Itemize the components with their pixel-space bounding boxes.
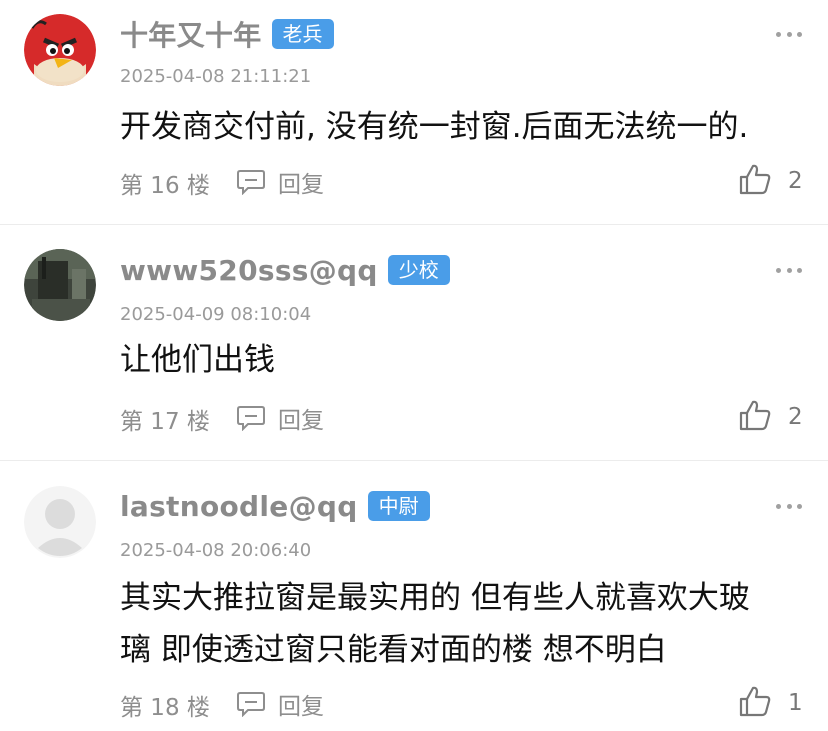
default-user-avatar[interactable] (24, 486, 96, 558)
reply-label: 回复 (278, 408, 324, 434)
username[interactable]: 十年又十年 (120, 14, 262, 54)
rank-badge: 少校 (387, 255, 450, 285)
comment-16: 十年又十年 老兵 2025-04-08 21:11:21 开发商交付前, 没有统… (0, 0, 828, 224)
floor-number: 第 16 楼 (120, 173, 210, 199)
comment-18: lastnoodle@qq 中尉 2025-04-08 20:06:40 其实大… (0, 460, 828, 731)
floor-number: 第 18 楼 (120, 695, 210, 721)
user-row: lastnoodle@qq 中尉 (120, 488, 430, 524)
comment-17: www520sss@qq 少校 2025-04-09 08:10:04 让他们出… (0, 224, 828, 460)
reply-label: 回复 (278, 172, 324, 198)
comment-text-line: 璃 即使透过窗只能看对面的楼 想不明白 (120, 632, 667, 668)
comment-text: 其实大推拉窗是最实用的 但有些人就喜欢大玻 璃 即使透过窗只能看对面的楼 想不明… (120, 572, 800, 676)
photo-avatar[interactable] (24, 249, 96, 321)
more-options-icon[interactable] (776, 27, 802, 41)
comment-text: 让他们出钱 (120, 334, 800, 386)
angry-bird-avatar[interactable] (24, 14, 96, 86)
rank-badge: 中尉 (367, 491, 430, 521)
thumbs-up-icon[interactable] (738, 684, 772, 718)
reply-label: 回复 (278, 694, 324, 720)
floor-number: 第 17 楼 (120, 409, 210, 435)
comment-icon (237, 170, 265, 195)
more-options-icon[interactable] (776, 263, 802, 277)
thumbs-up-icon[interactable] (738, 162, 772, 196)
comment-text: 开发商交付前, 没有统一封窗.后面无法统一的. (120, 101, 800, 153)
comment-icon (237, 406, 265, 431)
like-count: 2 (788, 168, 803, 194)
reply-button[interactable]: 回复 (236, 688, 324, 720)
reply-button[interactable]: 回复 (236, 402, 324, 434)
reply-button[interactable]: 回复 (236, 166, 324, 198)
comment-icon (237, 692, 265, 717)
comment-text-line: 其实大推拉窗是最实用的 但有些人就喜欢大玻 (120, 580, 750, 616)
user-row: 十年又十年 老兵 (120, 16, 334, 52)
comment-text-line: 开发商交付前, 没有统一封窗.后面无法统一的. (120, 109, 749, 145)
thumbs-up-icon[interactable] (738, 398, 772, 432)
timestamp: 2025-04-08 20:06:40 (120, 540, 312, 561)
like-count: 2 (788, 404, 803, 430)
timestamp: 2025-04-09 08:10:04 (120, 304, 312, 325)
user-row: www520sss@qq 少校 (120, 252, 450, 288)
timestamp: 2025-04-08 21:11:21 (120, 66, 312, 87)
username[interactable]: www520sss@qq (120, 254, 378, 287)
like-count: 1 (788, 690, 803, 716)
rank-badge: 老兵 (271, 19, 334, 49)
comment-text-line: 让他们出钱 (120, 342, 275, 378)
username[interactable]: lastnoodle@qq (120, 490, 358, 523)
more-options-icon[interactable] (776, 499, 802, 513)
